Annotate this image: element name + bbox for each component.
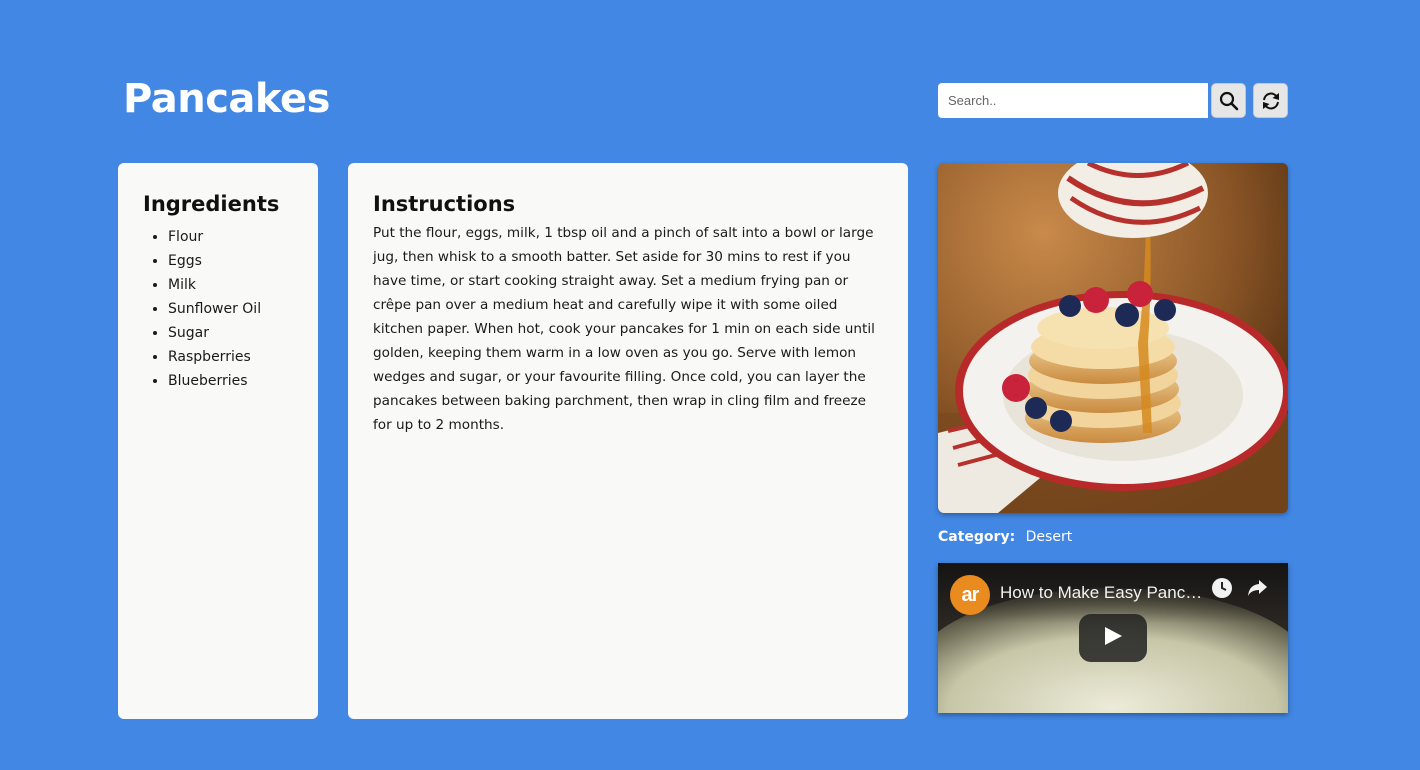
watch-later-icon[interactable] <box>1211 577 1233 603</box>
meal-photo <box>938 163 1288 513</box>
category-row: Category: Desert <box>938 526 1072 548</box>
instructions-panel: Instructions Put the flour, eggs, milk, … <box>348 163 908 719</box>
ingredients-heading: Ingredients <box>143 192 280 216</box>
instructions-heading: Instructions <box>373 192 516 216</box>
instructions-text: Put the flour, eggs, milk, 1 tbsp oil an… <box>373 225 875 433</box>
ingredient-item: Blueberries <box>168 369 318 393</box>
search-input[interactable] <box>938 83 1208 118</box>
refresh-icon <box>1260 90 1282 112</box>
share-icon[interactable] <box>1246 577 1268 603</box>
search-icon <box>1219 91 1239 111</box>
category-value: Desert <box>1025 529 1073 545</box>
channel-logo[interactable]: ar <box>950 575 990 615</box>
ingredient-item: Sunflower Oil <box>168 297 318 321</box>
ingredients-panel: Ingredients Flour Eggs Milk Sunflower Oi… <box>118 163 318 719</box>
play-icon <box>1103 626 1123 650</box>
ingredient-item: Raspberries <box>168 345 318 369</box>
search-button[interactable] <box>1211 83 1246 118</box>
ingredients-list: Flour Eggs Milk Sunflower Oil Sugar Rasp… <box>143 225 318 393</box>
search-bar <box>938 83 1288 118</box>
play-button[interactable] <box>1079 614 1147 662</box>
ingredient-item: Flour <box>168 225 318 249</box>
category-label: Category: <box>938 529 1016 545</box>
page-title: Pancakes <box>123 76 330 122</box>
video-title[interactable]: How to Make Easy Pancakes <box>1000 583 1205 603</box>
ingredient-item: Sugar <box>168 321 318 345</box>
video-embed[interactable]: ar How to Make Easy Pancakes <box>938 563 1288 713</box>
ingredient-item: Milk <box>168 273 318 297</box>
random-meal-button[interactable] <box>1253 83 1288 118</box>
ingredient-item: Eggs <box>168 249 318 273</box>
